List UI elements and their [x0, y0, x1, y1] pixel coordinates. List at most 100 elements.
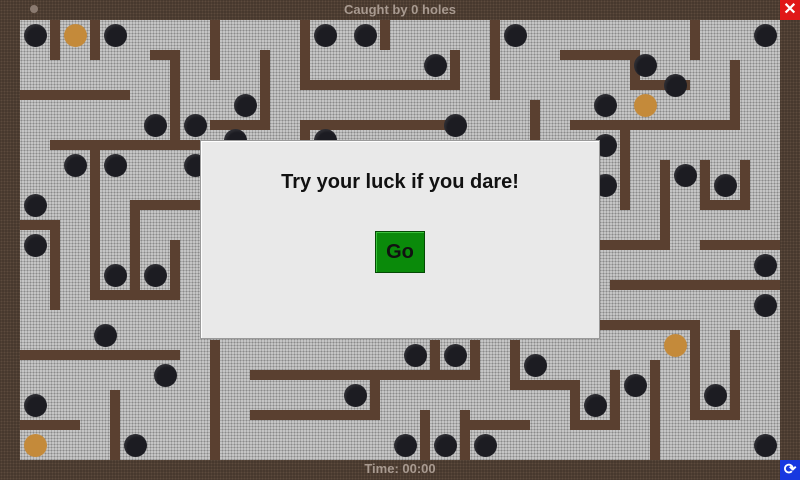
hole: [423, 53, 447, 77]
timer: Time: 00:00: [364, 461, 436, 476]
maze-wall: [730, 60, 740, 130]
maze-wall: [50, 220, 60, 310]
maze-wall: [20, 420, 80, 430]
hole: [443, 343, 467, 367]
hole: [23, 393, 47, 417]
hole: [143, 113, 167, 137]
hole: [753, 253, 777, 277]
maze-wall: [50, 20, 60, 60]
hole: [123, 433, 147, 457]
hole: [523, 353, 547, 377]
maze-wall: [730, 330, 740, 410]
hole: [443, 113, 467, 137]
maze-wall: [300, 80, 460, 90]
maze-wall: [650, 360, 660, 460]
restart-icon: ⟳: [783, 461, 797, 478]
maze-wall: [530, 100, 540, 140]
hole: [23, 23, 47, 47]
maze-wall: [210, 340, 220, 460]
maze-wall: [620, 130, 630, 210]
maze-wall: [600, 240, 670, 250]
hole: [153, 363, 177, 387]
hole: [353, 23, 377, 47]
hole: [583, 393, 607, 417]
maze-wall: [90, 20, 100, 60]
maze-wall: [570, 420, 620, 430]
hole: [23, 233, 47, 257]
maze-wall: [700, 200, 750, 210]
hole: [753, 293, 777, 317]
maze-wall: [130, 200, 140, 300]
hole: [473, 433, 497, 457]
maze-wall: [460, 410, 470, 460]
hole: [63, 153, 87, 177]
hole: [623, 373, 647, 397]
maze-wall: [470, 340, 480, 380]
ball: [633, 93, 657, 117]
maze-wall: [600, 320, 700, 330]
hole: [593, 93, 617, 117]
hole: [403, 343, 427, 367]
maze-wall: [300, 20, 310, 80]
caught-counter: Caught by 0 holes: [344, 2, 456, 17]
maze-wall: [690, 320, 700, 420]
hole: [343, 383, 367, 407]
maze-wall: [170, 240, 180, 300]
maze-wall: [460, 420, 530, 430]
hole: [433, 433, 457, 457]
maze-wall: [260, 50, 270, 120]
maze-wall: [450, 50, 460, 90]
hole: [103, 23, 127, 47]
hole: [23, 193, 47, 217]
hole: [393, 433, 417, 457]
maze-wall: [700, 410, 740, 420]
hole: [713, 173, 737, 197]
hole: [183, 113, 207, 137]
maze-wall: [110, 390, 120, 460]
maze-wall: [20, 350, 180, 360]
close-button[interactable]: ✕: [780, 0, 800, 20]
hole: [233, 93, 257, 117]
maze-wall: [210, 20, 220, 80]
hole: [753, 23, 777, 47]
maze-wall: [20, 90, 130, 100]
maze-wall: [210, 120, 270, 130]
maze-wall: [300, 120, 310, 140]
maze-wall: [130, 200, 200, 210]
ball: [23, 433, 47, 457]
maze-wall: [90, 290, 180, 300]
hole: [673, 163, 697, 187]
hole: [103, 153, 127, 177]
hole: [143, 263, 167, 287]
maze-wall: [50, 140, 200, 150]
start-dialog: Try your luck if you dare! Go: [200, 140, 600, 339]
maze-wall: [380, 20, 390, 50]
maze-wall: [430, 340, 440, 370]
maze-wall: [250, 410, 380, 420]
maze-wall: [560, 50, 640, 60]
hole: [753, 433, 777, 457]
hole: [663, 73, 687, 97]
maze-wall: [610, 280, 780, 290]
restart-button[interactable]: ⟳: [780, 460, 800, 480]
maze-wall: [250, 370, 480, 380]
maze-wall: [370, 370, 380, 420]
go-button[interactable]: Go: [375, 231, 425, 273]
hole: [633, 53, 657, 77]
close-icon: ✕: [783, 1, 797, 18]
maze-wall: [690, 20, 700, 60]
maze-wall: [700, 240, 780, 250]
ball: [63, 23, 87, 47]
hole: [313, 23, 337, 47]
ball: [663, 333, 687, 357]
maze-wall: [490, 20, 500, 100]
maze-wall: [170, 50, 180, 140]
maze-wall: [660, 160, 670, 250]
maze-wall: [420, 410, 430, 460]
maze-wall: [90, 150, 100, 300]
hole: [93, 323, 117, 347]
maze-wall: [570, 120, 740, 130]
hole: [503, 23, 527, 47]
dialog-message: Try your luck if you dare!: [281, 171, 519, 193]
hole: [703, 383, 727, 407]
